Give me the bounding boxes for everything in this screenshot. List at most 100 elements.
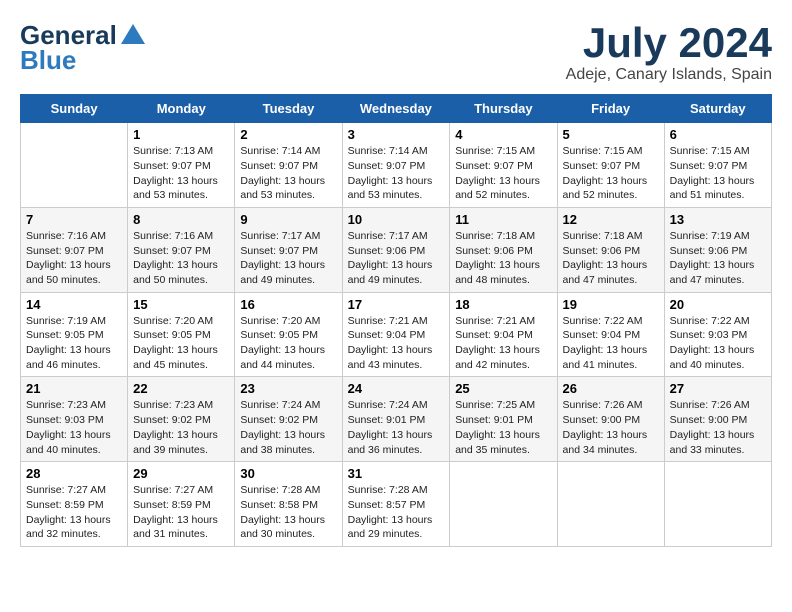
calendar-cell: 4 Sunrise: 7:15 AMSunset: 9:07 PMDaylight…: [450, 123, 557, 208]
calendar-cell: 29 Sunrise: 7:27 AMSunset: 8:59 PMDayligh…: [128, 462, 235, 547]
day-number: 10: [348, 212, 445, 227]
day-number: 19: [563, 297, 659, 312]
calendar-cell: 14Sunrise: 7:19 AMSunset: 9:05 PMDayligh…: [21, 292, 128, 377]
calendar-cell: 1 Sunrise: 7:13 AMSunset: 9:07 PMDaylight…: [128, 123, 235, 208]
day-number: 5: [563, 127, 659, 142]
calendar-cell: 5 Sunrise: 7:15 AMSunset: 9:07 PMDaylight…: [557, 123, 664, 208]
day-info: Sunrise: 7:15 AMSunset: 9:07 PMDaylight:…: [563, 144, 659, 203]
calendar-cell: 25Sunrise: 7:25 AMSunset: 9:01 PMDayligh…: [450, 377, 557, 462]
calendar-table: SundayMondayTuesdayWednesdayThursdayFrid…: [20, 94, 772, 547]
calendar-week-3: 14Sunrise: 7:19 AMSunset: 9:05 PMDayligh…: [21, 292, 772, 377]
day-number: 16: [240, 297, 336, 312]
day-number: 4: [455, 127, 551, 142]
calendar-cell: 15 Sunrise: 7:20 AMSunset: 9:05 PMDayligh…: [128, 292, 235, 377]
page-header: General Blue July 2024 Adeje, Canary Isl…: [20, 20, 772, 84]
day-number: 20: [670, 297, 766, 312]
day-info: Sunrise: 7:15 AMSunset: 9:07 PMDaylight:…: [670, 144, 766, 203]
day-number: 26: [563, 381, 659, 396]
day-info: Sunrise: 7:27 AMSunset: 8:59 PMDaylight:…: [133, 483, 229, 542]
day-info: Sunrise: 7:15 AMSunset: 9:07 PMDaylight:…: [455, 144, 551, 203]
calendar-cell: 18 Sunrise: 7:21 AMSunset: 9:04 PMDayligh…: [450, 292, 557, 377]
calendar-header: SundayMondayTuesdayWednesdayThursdayFrid…: [21, 95, 772, 123]
logo-icon: [119, 22, 147, 50]
day-number: 8: [133, 212, 229, 227]
calendar-cell: 21 Sunrise: 7:23 AMSunset: 9:03 PMDayligh…: [21, 377, 128, 462]
calendar-cell: 12Sunrise: 7:18 AMSunset: 9:06 PMDayligh…: [557, 207, 664, 292]
calendar-cell: 10Sunrise: 7:17 AMSunset: 9:06 PMDayligh…: [342, 207, 450, 292]
day-info: Sunrise: 7:21 AMSunset: 9:04 PMDaylight:…: [455, 314, 551, 373]
day-info: Sunrise: 7:23 AMSunset: 9:02 PMDaylight:…: [133, 398, 229, 457]
day-info: Sunrise: 7:19 AMSunset: 9:05 PMDaylight:…: [26, 314, 122, 373]
calendar-cell: 22 Sunrise: 7:23 AMSunset: 9:02 PMDayligh…: [128, 377, 235, 462]
day-number: 15: [133, 297, 229, 312]
calendar-week-2: 7 Sunrise: 7:16 AMSunset: 9:07 PMDaylight…: [21, 207, 772, 292]
calendar-cell: 26Sunrise: 7:26 AMSunset: 9:00 PMDayligh…: [557, 377, 664, 462]
calendar-cell: 13Sunrise: 7:19 AMSunset: 9:06 PMDayligh…: [664, 207, 771, 292]
calendar-cell: 31Sunrise: 7:28 AMSunset: 8:57 PMDayligh…: [342, 462, 450, 547]
calendar-cell: 19 Sunrise: 7:22 AMSunset: 9:04 PMDayligh…: [557, 292, 664, 377]
calendar-cell: [21, 123, 128, 208]
calendar-cell: 7 Sunrise: 7:16 AMSunset: 9:07 PMDaylight…: [21, 207, 128, 292]
day-info: Sunrise: 7:28 AMSunset: 8:57 PMDaylight:…: [348, 483, 445, 542]
day-info: Sunrise: 7:13 AMSunset: 9:07 PMDaylight:…: [133, 144, 229, 203]
calendar-cell: [450, 462, 557, 547]
calendar-cell: 9Sunrise: 7:17 AMSunset: 9:07 PMDaylight…: [235, 207, 342, 292]
day-number: 6: [670, 127, 766, 142]
day-info: Sunrise: 7:27 AMSunset: 8:59 PMDaylight:…: [26, 483, 122, 542]
weekday-header-sunday: Sunday: [21, 95, 128, 123]
day-number: 24: [348, 381, 445, 396]
calendar-cell: [664, 462, 771, 547]
weekday-header-monday: Monday: [128, 95, 235, 123]
day-number: 9: [240, 212, 336, 227]
logo: General Blue: [20, 20, 147, 76]
calendar-cell: 11Sunrise: 7:18 AMSunset: 9:06 PMDayligh…: [450, 207, 557, 292]
calendar-cell: 8 Sunrise: 7:16 AMSunset: 9:07 PMDaylight…: [128, 207, 235, 292]
day-info: Sunrise: 7:14 AMSunset: 9:07 PMDaylight:…: [240, 144, 336, 203]
calendar-week-4: 21 Sunrise: 7:23 AMSunset: 9:03 PMDayligh…: [21, 377, 772, 462]
calendar-cell: [557, 462, 664, 547]
calendar-cell: 28 Sunrise: 7:27 AMSunset: 8:59 PMDayligh…: [21, 462, 128, 547]
day-info: Sunrise: 7:24 AMSunset: 9:01 PMDaylight:…: [348, 398, 445, 457]
day-number: 18: [455, 297, 551, 312]
day-info: Sunrise: 7:24 AMSunset: 9:02 PMDaylight:…: [240, 398, 336, 457]
day-info: Sunrise: 7:22 AMSunset: 9:04 PMDaylight:…: [563, 314, 659, 373]
day-info: Sunrise: 7:28 AMSunset: 8:58 PMDaylight:…: [240, 483, 336, 542]
calendar-cell: 6 Sunrise: 7:15 AMSunset: 9:07 PMDaylight…: [664, 123, 771, 208]
day-number: 28: [26, 466, 122, 481]
title-block: July 2024 Adeje, Canary Islands, Spain: [566, 20, 772, 84]
month-title: July 2024: [566, 20, 772, 66]
calendar-cell: 23 Sunrise: 7:24 AMSunset: 9:02 PMDayligh…: [235, 377, 342, 462]
day-info: Sunrise: 7:22 AMSunset: 9:03 PMDaylight:…: [670, 314, 766, 373]
day-number: 1: [133, 127, 229, 142]
day-info: Sunrise: 7:23 AMSunset: 9:03 PMDaylight:…: [26, 398, 122, 457]
day-number: 22: [133, 381, 229, 396]
calendar-cell: 30Sunrise: 7:28 AMSunset: 8:58 PMDayligh…: [235, 462, 342, 547]
calendar-week-5: 28 Sunrise: 7:27 AMSunset: 8:59 PMDayligh…: [21, 462, 772, 547]
day-info: Sunrise: 7:25 AMSunset: 9:01 PMDaylight:…: [455, 398, 551, 457]
calendar-body: 1 Sunrise: 7:13 AMSunset: 9:07 PMDaylight…: [21, 123, 772, 547]
calendar-cell: 27 Sunrise: 7:26 AMSunset: 9:00 PMDayligh…: [664, 377, 771, 462]
weekday-header-wednesday: Wednesday: [342, 95, 450, 123]
day-info: Sunrise: 7:16 AMSunset: 9:07 PMDaylight:…: [133, 229, 229, 288]
day-info: Sunrise: 7:16 AMSunset: 9:07 PMDaylight:…: [26, 229, 122, 288]
weekday-header-friday: Friday: [557, 95, 664, 123]
day-number: 21: [26, 381, 122, 396]
calendar-cell: 20 Sunrise: 7:22 AMSunset: 9:03 PMDayligh…: [664, 292, 771, 377]
calendar-cell: 24 Sunrise: 7:24 AMSunset: 9:01 PMDayligh…: [342, 377, 450, 462]
day-number: 29: [133, 466, 229, 481]
day-info: Sunrise: 7:26 AMSunset: 9:00 PMDaylight:…: [670, 398, 766, 457]
weekday-header-thursday: Thursday: [450, 95, 557, 123]
calendar-cell: 2Sunrise: 7:14 AMSunset: 9:07 PMDaylight…: [235, 123, 342, 208]
day-number: 23: [240, 381, 336, 396]
day-info: Sunrise: 7:18 AMSunset: 9:06 PMDaylight:…: [563, 229, 659, 288]
weekday-header-saturday: Saturday: [664, 95, 771, 123]
day-info: Sunrise: 7:20 AMSunset: 9:05 PMDaylight:…: [240, 314, 336, 373]
day-info: Sunrise: 7:19 AMSunset: 9:06 PMDaylight:…: [670, 229, 766, 288]
weekday-header-tuesday: Tuesday: [235, 95, 342, 123]
day-info: Sunrise: 7:14 AMSunset: 9:07 PMDaylight:…: [348, 144, 445, 203]
location: Adeje, Canary Islands, Spain: [566, 66, 772, 84]
day-info: Sunrise: 7:18 AMSunset: 9:06 PMDaylight:…: [455, 229, 551, 288]
day-info: Sunrise: 7:20 AMSunset: 9:05 PMDaylight:…: [133, 314, 229, 373]
day-number: 7: [26, 212, 122, 227]
day-number: 27: [670, 381, 766, 396]
